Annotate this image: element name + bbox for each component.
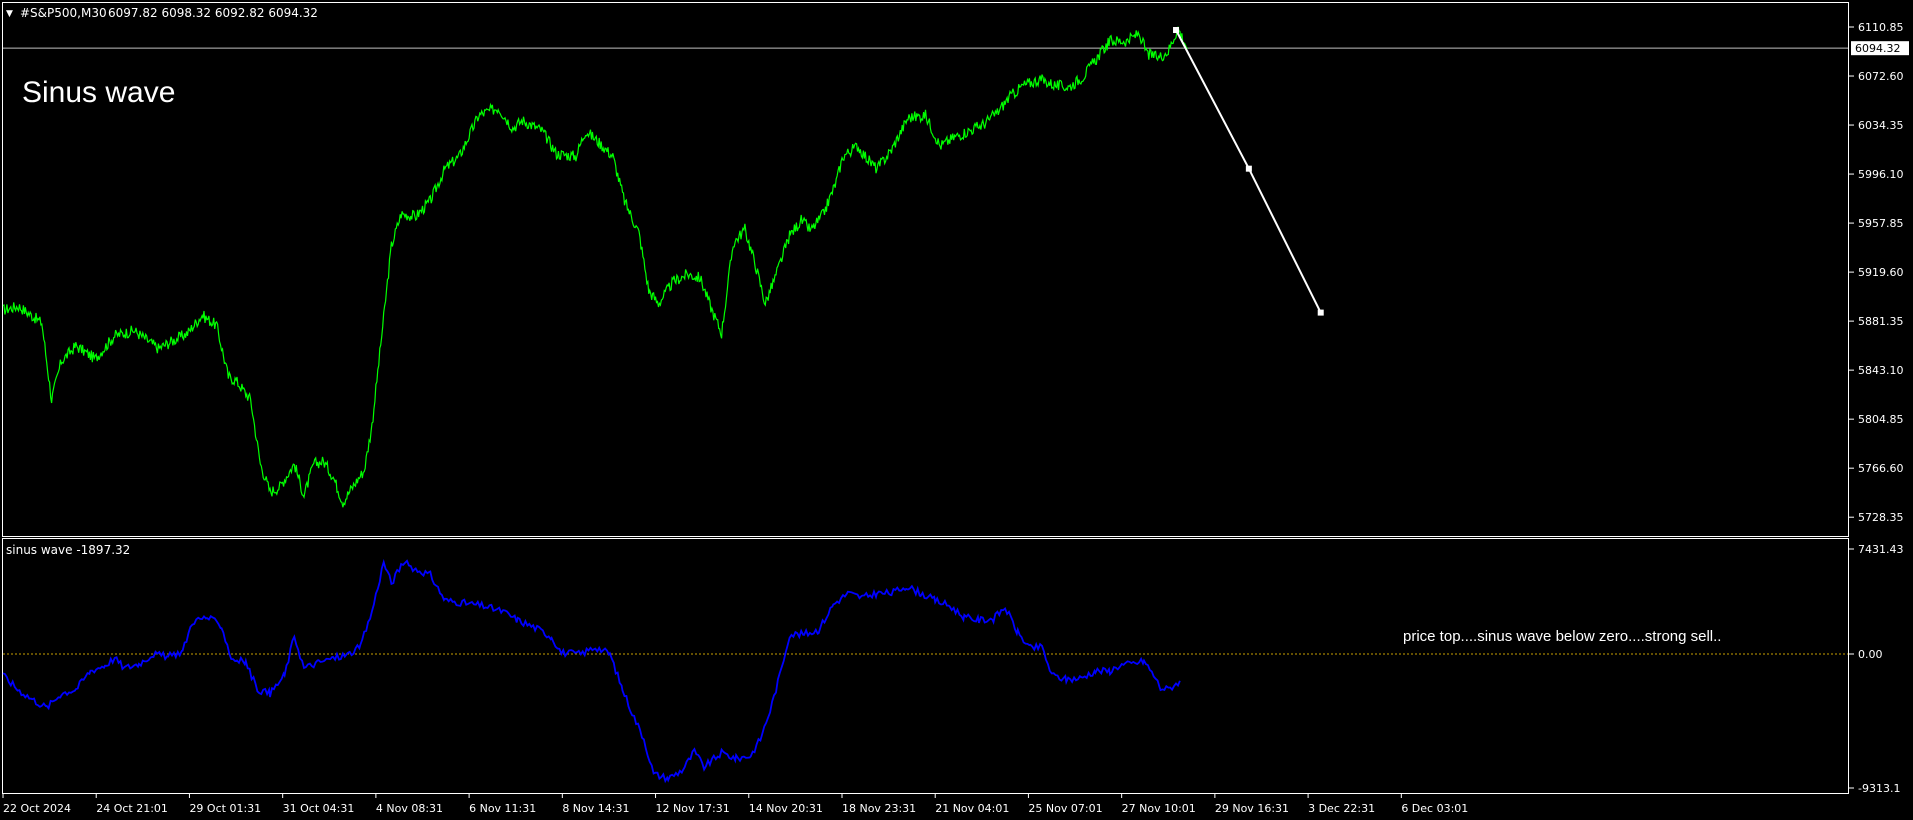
indicator-tick-label: 7431.43 — [1858, 543, 1904, 556]
price-tick-label: 5881.35 — [1858, 315, 1904, 328]
time-tick-label: 27 Nov 10:01 — [1122, 802, 1196, 815]
time-tick-label: 6 Nov 11:31 — [469, 802, 536, 815]
time-tick-label: 29 Nov 16:31 — [1215, 802, 1289, 815]
indicator-tick-label: 0.00 — [1858, 648, 1883, 661]
chart-title: Sinus wave — [22, 76, 175, 109]
price-tick-label: 5843.10 — [1858, 364, 1904, 377]
time-tick-label: 6 Dec 03:01 — [1401, 802, 1468, 815]
time-tick-label: 29 Oct 01:31 — [189, 802, 261, 815]
current-price-label: 6094.32 — [1855, 42, 1901, 55]
indicator-label: sinus wave -1897.32 — [6, 543, 130, 557]
collapse-triangle-icon[interactable]: ▼ — [6, 9, 13, 19]
price-tick-label: 5766.60 — [1858, 462, 1904, 475]
time-tick-label: 25 Nov 07:01 — [1028, 802, 1102, 815]
price-tick-label: 5804.85 — [1858, 413, 1904, 426]
indicator-tick-label: -9313.1 — [1858, 782, 1900, 795]
time-tick-label: 8 Nov 14:31 — [562, 802, 629, 815]
chart-canvas: ▼ #S&P500,M30 6097.82 6098.32 6092.82 60… — [0, 0, 1913, 820]
projection-anchor — [1245, 165, 1252, 172]
ohlc-values: 6097.82 6098.32 6092.82 6094.32 — [108, 6, 318, 20]
time-tick-label: 14 Nov 20:31 — [749, 802, 823, 815]
time-tick-label: 31 Oct 04:31 — [283, 802, 355, 815]
price-tick-label: 6034.35 — [1858, 119, 1904, 132]
price-tick-label: 6072.60 — [1858, 70, 1904, 83]
time-tick-label: 12 Nov 17:31 — [656, 802, 730, 815]
time-tick-label: 21 Nov 04:01 — [935, 802, 1009, 815]
projection-anchor — [1317, 309, 1324, 316]
time-tick-label: 18 Nov 23:31 — [842, 802, 916, 815]
annotation-note: price top....sinus wave below zero....st… — [1403, 628, 1721, 645]
time-tick-label: 4 Nov 08:31 — [376, 802, 443, 815]
chart-background — [0, 0, 1913, 820]
time-tick-label: 24 Oct 21:01 — [96, 802, 168, 815]
price-tick-label: 5957.85 — [1858, 217, 1904, 230]
symbol-label: #S&P500,M30 — [20, 6, 107, 20]
price-tick-label: 5919.60 — [1858, 266, 1904, 279]
price-tick-label: 5996.10 — [1858, 168, 1904, 181]
price-tick-label: 5728.35 — [1858, 511, 1904, 524]
time-tick-label: 22 Oct 2024 — [3, 802, 71, 815]
projection-anchor — [1173, 27, 1180, 34]
price-tick-label: 6110.85 — [1858, 21, 1904, 34]
time-tick-label: 3 Dec 22:31 — [1308, 802, 1375, 815]
